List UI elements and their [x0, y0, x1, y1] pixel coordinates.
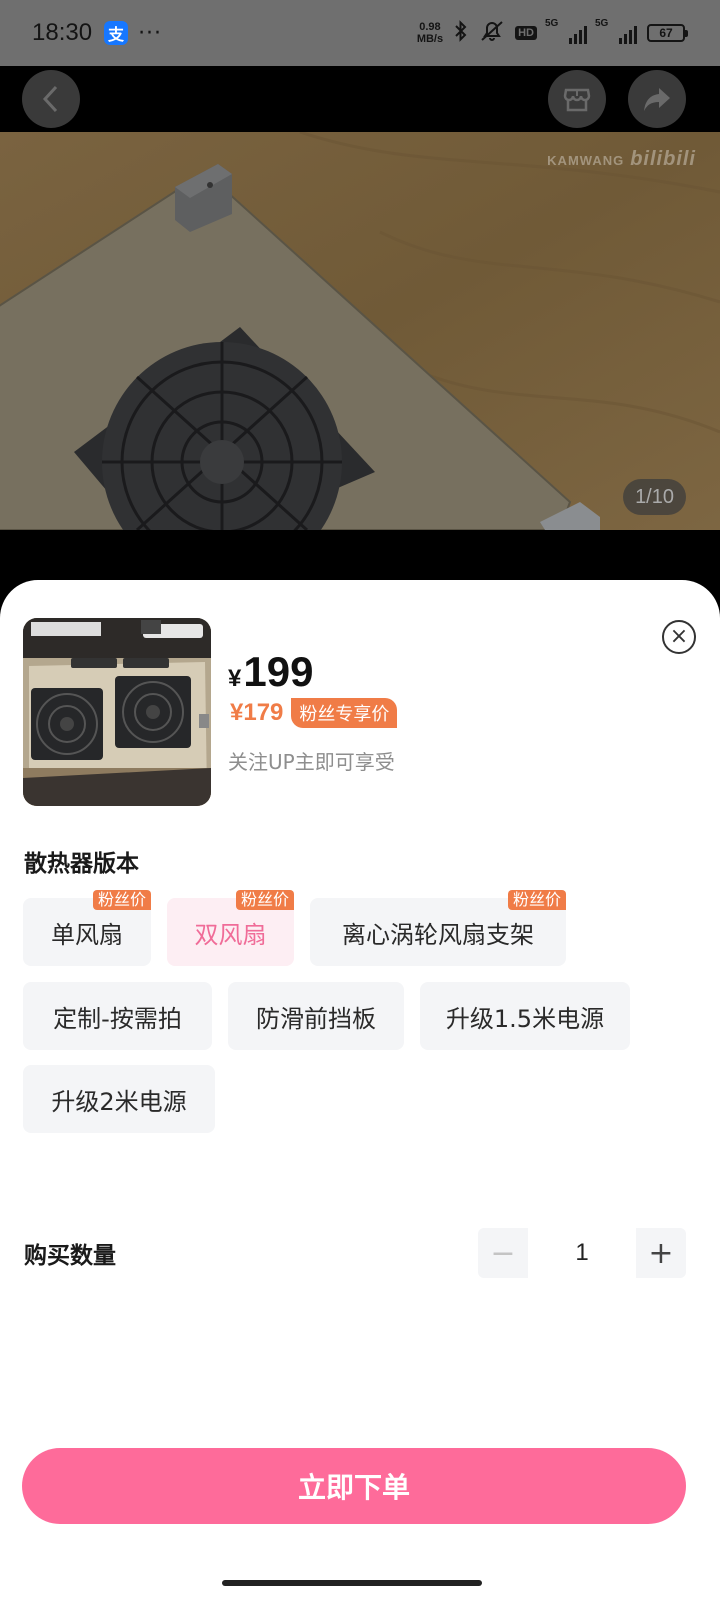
chevron-left-icon [42, 85, 58, 113]
watermark-logo: bilibili [630, 148, 696, 170]
signal-type-label-2: 5G [595, 18, 609, 29]
network-speed: 0.98 MB/s [417, 21, 443, 45]
quantity-value[interactable]: 1 [528, 1228, 636, 1278]
variant-option-1-5m-power[interactable]: 升级1.5米电源 [420, 982, 630, 1050]
status-time: 18:30 [32, 19, 93, 46]
store-button[interactable] [548, 70, 606, 128]
status-indicators: 0.98 MB/s HD 5G 5G 67 [417, 18, 688, 47]
store-icon [563, 88, 591, 112]
variant-option-dual-fan[interactable]: 双风扇 粉丝价 [167, 890, 294, 966]
increment-button[interactable]: + [636, 1228, 686, 1278]
home-indicator[interactable] [222, 1580, 482, 1586]
image-counter: 1/10 [623, 479, 686, 515]
variant-option-label: 升级2米电源 [51, 1087, 187, 1116]
variant-option-centrifugal-stand[interactable]: 离心涡轮风扇支架 粉丝价 [310, 890, 566, 966]
network-speed-value: 0.98 [419, 21, 441, 33]
variant-option-label: 升级1.5米电源 [445, 1004, 605, 1033]
share-arrow-icon [644, 88, 670, 111]
fan-price-badge: 粉丝专享价 [291, 698, 398, 728]
share-button[interactable] [628, 70, 686, 128]
decrement-button[interactable]: − [478, 1228, 528, 1278]
watermark-text: KAMWANG [547, 153, 625, 168]
variant-option-front-baffle[interactable]: 防滑前挡板 [228, 982, 404, 1050]
bluetooth-icon [453, 19, 469, 47]
product-gallery[interactable]: KAMWANG bilibili 1/10 [0, 132, 720, 530]
gallery-photo [0, 132, 720, 530]
top-bar [0, 66, 720, 132]
signal-strength-icon-2: 5G [595, 18, 637, 44]
fan-price-tag: 粉丝价 [92, 890, 151, 910]
product-thumbnail[interactable] [23, 618, 211, 806]
back-button[interactable] [22, 70, 80, 128]
variant-option-single-fan[interactable]: 单风扇 粉丝价 [23, 890, 151, 966]
quantity-label: 购买数量 [24, 1243, 116, 1269]
mute-bell-icon [479, 20, 505, 47]
status-bar: 18:30 支 ··· 0.98 MB/s HD 5G 5G 67 [0, 0, 720, 66]
price-currency: ¥ [228, 665, 242, 692]
variant-option-custom[interactable]: 定制-按需拍 [23, 982, 212, 1050]
fan-price-tag: 粉丝价 [235, 890, 294, 910]
quantity-stepper: − 1 + [478, 1228, 686, 1278]
variant-option-label: 防滑前挡板 [256, 1004, 376, 1033]
variant-option-2m-power[interactable]: 升级2米电源 [23, 1065, 215, 1133]
hd-voice-badge: HD [515, 26, 537, 40]
fan-price-tag: 粉丝价 [507, 890, 566, 910]
follow-tip: 关注UP主即可享受 [228, 750, 395, 774]
variant-section-title: 散热器版本 [24, 851, 139, 877]
alipay-icon: 支 [104, 21, 129, 45]
fan-price: ¥179 [230, 699, 284, 726]
variant-option-label: 双风扇 [194, 920, 267, 949]
variant-option-label: 单风扇 [51, 920, 123, 949]
variant-option-label: 离心涡轮风扇支架 [342, 920, 534, 949]
battery-icon: 67 [647, 24, 688, 42]
watermark: KAMWANG bilibili [547, 148, 696, 171]
product-thumbnail-image [23, 618, 211, 806]
signal-strength-icon: 5G [545, 18, 587, 44]
battery-level: 67 [647, 24, 685, 42]
variant-option-label: 定制-按需拍 [53, 1004, 182, 1033]
signal-type-label: 5G [545, 18, 559, 29]
price-value: 199 [243, 648, 314, 695]
place-order-button[interactable]: 立即下单 [22, 1448, 686, 1524]
sku-selection-sheet: × ¥ 199 ¥179 粉丝专享价 关注UP主即可享受 散热器版本 单风扇 粉… [0, 580, 720, 1600]
fan-price-row: ¥179 粉丝专享价 [230, 698, 398, 728]
more-notifications-icon: ··· [138, 20, 163, 46]
network-speed-unit: MB/s [416, 33, 444, 45]
close-button[interactable]: × [662, 620, 696, 654]
price: ¥ 199 [228, 648, 313, 696]
